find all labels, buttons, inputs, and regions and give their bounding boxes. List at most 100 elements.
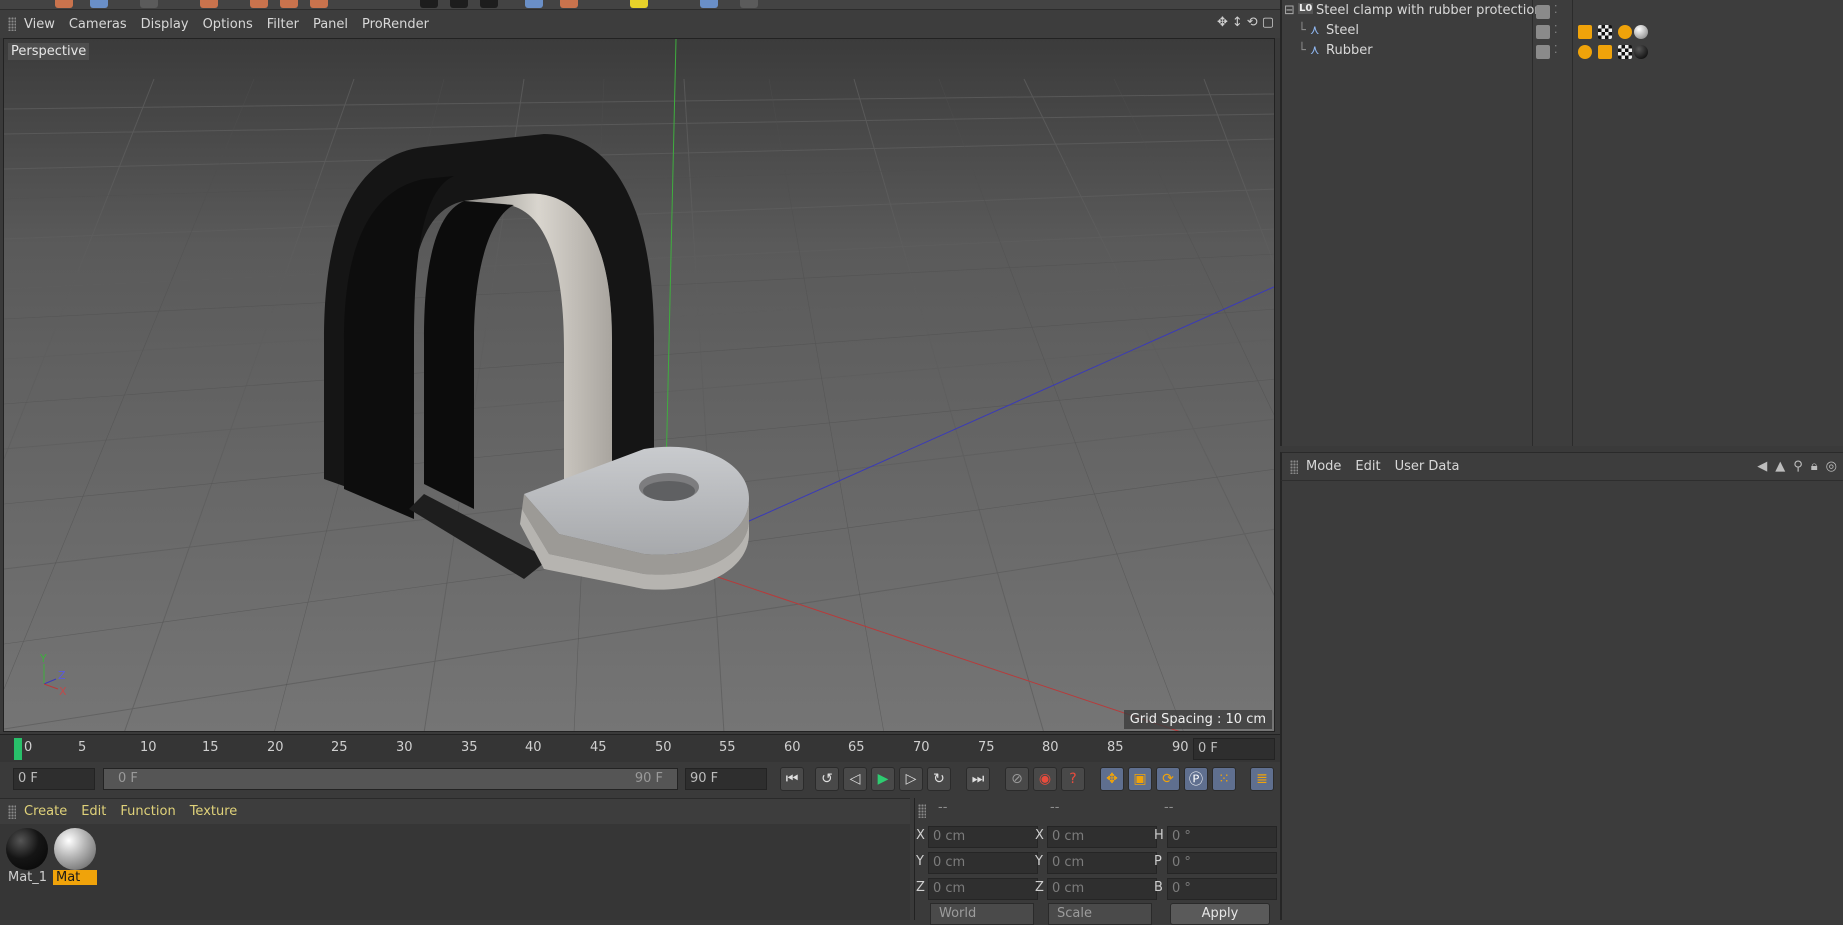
size-y-field[interactable]: 0 cm (1047, 852, 1157, 874)
playhead-marker[interactable] (14, 738, 22, 760)
key-parameter-button[interactable]: Ⓟ (1184, 767, 1208, 791)
visibility-icon[interactable] (1536, 5, 1550, 19)
object-row-steel[interactable]: └ ⋏ Steel ⁚ (1282, 23, 1843, 43)
phong-tag-icon[interactable] (1578, 25, 1592, 39)
panel-grip-icon[interactable] (918, 804, 926, 818)
menu-display[interactable]: Display (141, 17, 189, 32)
next-key-button[interactable]: ↻ (927, 767, 951, 791)
menu-edit[interactable]: Edit (1355, 459, 1380, 474)
texture-tag-icon[interactable] (1578, 45, 1592, 59)
lock-icon[interactable]: 🔒︎ (1811, 459, 1818, 474)
rotation-b-field[interactable]: 0 ° (1167, 878, 1277, 900)
panel-grip-icon[interactable] (8, 804, 16, 819)
z-axis-lock-icon[interactable] (310, 0, 328, 8)
object-row-rubber[interactable]: └ ⋏ Rubber ⁚ (1282, 43, 1843, 63)
position-y-field[interactable]: 0 cm (928, 852, 1038, 874)
material-swatch-mat[interactable]: Mat (53, 828, 97, 885)
timeline-window-button[interactable]: ≣ (1250, 767, 1274, 791)
rotate-icon[interactable] (200, 0, 218, 8)
previous-key-button[interactable]: ↺ (815, 767, 839, 791)
texture-tag-icon[interactable] (1618, 25, 1632, 39)
record-keys-button[interactable]: ◉ (1033, 767, 1057, 791)
render-dots-icon[interactable]: ⁚ (1554, 43, 1558, 56)
size-mode-dropdown[interactable]: Scale (1048, 903, 1152, 925)
panel-grip-icon[interactable] (8, 17, 16, 31)
render-picture-icon[interactable] (450, 0, 468, 8)
menu-panel[interactable]: Panel (313, 17, 348, 32)
uvw-tag-icon[interactable] (1598, 25, 1612, 39)
menu-prorender[interactable]: ProRender (362, 17, 429, 32)
render-view-icon[interactable] (420, 0, 438, 8)
key-position-button[interactable]: ✥ (1100, 767, 1124, 791)
coordinate-space-dropdown[interactable]: World (930, 903, 1034, 925)
material-swatch-mat1[interactable]: Mat_1 (5, 828, 49, 885)
position-x-field[interactable]: 0 cm (928, 826, 1038, 848)
perspective-viewport[interactable]: Y Z X Perspective Grid Spacing : 10 cm (3, 38, 1275, 732)
orbit-icon[interactable]: ⟲ (1247, 16, 1258, 30)
visibility-icon[interactable] (1536, 25, 1550, 39)
light-icon[interactable] (630, 0, 648, 8)
search-icon[interactable]: ⚲ (1793, 459, 1803, 474)
menu-function[interactable]: Function (120, 804, 175, 819)
menu-create[interactable]: Create (24, 804, 67, 819)
undo-icon[interactable] (55, 0, 73, 8)
menu-edit[interactable]: Edit (81, 804, 106, 819)
previous-frame-button[interactable]: ◁ (843, 767, 867, 791)
select-icon[interactable] (90, 0, 108, 8)
menu-options[interactable]: Options (203, 17, 253, 32)
move-icon[interactable] (140, 0, 158, 8)
autokey-help-button[interactable]: ? (1061, 767, 1085, 791)
menu-cameras[interactable]: Cameras (69, 17, 127, 32)
phong-tag-icon[interactable] (1598, 45, 1612, 59)
dolly-icon[interactable]: ↕ (1232, 16, 1243, 30)
up-arrow-icon[interactable]: ▲ (1775, 459, 1785, 474)
go-to-end-button[interactable]: ⏭ (966, 767, 990, 791)
record-off-icon[interactable]: ⊘ (1005, 767, 1029, 791)
go-to-start-button[interactable]: ⏮ (780, 767, 804, 791)
collapse-icon[interactable]: ⊟ (1284, 3, 1295, 18)
cube-icon[interactable] (525, 0, 543, 8)
settings-icon[interactable]: ◎ (1826, 459, 1837, 474)
timeline-ruler[interactable]: 0 5 10 15 20 25 30 35 40 45 50 55 60 65 … (0, 734, 1280, 762)
next-frame-button[interactable]: ▷ (899, 767, 923, 791)
pen-icon[interactable] (560, 0, 578, 8)
render-dots-icon[interactable]: ⁚ (1554, 23, 1558, 36)
key-scale-button[interactable]: ▣ (1128, 767, 1152, 791)
menu-mode[interactable]: Mode (1306, 459, 1341, 474)
position-z-field[interactable]: 0 cm (928, 878, 1038, 900)
back-arrow-icon[interactable]: ◀ (1757, 459, 1767, 474)
range-end-label: 90 F (634, 771, 663, 786)
pan-icon[interactable]: ✥ (1217, 16, 1228, 30)
apply-button[interactable]: Apply (1170, 903, 1270, 925)
render-dots-icon[interactable]: ⁚ (1554, 3, 1558, 16)
viewport-navigation: ✥ ↕ ⟲ ▢ (1217, 16, 1274, 30)
material-tag-icon[interactable] (1634, 45, 1648, 59)
floor-icon[interactable] (700, 0, 718, 8)
visibility-icon[interactable] (1536, 45, 1550, 59)
key-pla-button[interactable]: ⁙ (1212, 767, 1236, 791)
coord-label: Z (916, 880, 925, 895)
x-axis-lock-icon[interactable] (250, 0, 268, 8)
size-z-field[interactable]: 0 cm (1047, 878, 1157, 900)
start-frame-field[interactable]: 0 F (13, 768, 95, 790)
rotation-p-field[interactable]: 0 ° (1167, 852, 1277, 874)
render-settings-icon[interactable] (480, 0, 498, 8)
menu-view[interactable]: View (24, 17, 55, 32)
key-rotation-button[interactable]: ⟳ (1156, 767, 1180, 791)
size-x-field[interactable]: 0 cm (1047, 826, 1157, 848)
rotation-h-field[interactable]: 0 ° (1167, 826, 1277, 848)
frame-range-slider[interactable]: 0 F 90 F (103, 768, 678, 790)
menu-user-data[interactable]: User Data (1395, 459, 1460, 474)
current-frame-field[interactable]: 0 F (1193, 738, 1275, 760)
object-row-root[interactable]: ⊟ L0 Steel clamp with rubber protection … (1282, 3, 1843, 23)
material-tag-icon[interactable] (1634, 25, 1648, 39)
menu-filter[interactable]: Filter (267, 17, 299, 32)
camera-icon[interactable] (740, 0, 758, 8)
menu-texture[interactable]: Texture (190, 804, 238, 819)
play-button[interactable]: ▶ (871, 767, 895, 791)
maximize-icon[interactable]: ▢ (1262, 16, 1274, 30)
y-axis-lock-icon[interactable] (280, 0, 298, 8)
uvw-tag-icon[interactable] (1618, 45, 1632, 59)
end-frame-field[interactable]: 90 F (685, 768, 767, 790)
panel-grip-icon[interactable] (1290, 459, 1298, 474)
